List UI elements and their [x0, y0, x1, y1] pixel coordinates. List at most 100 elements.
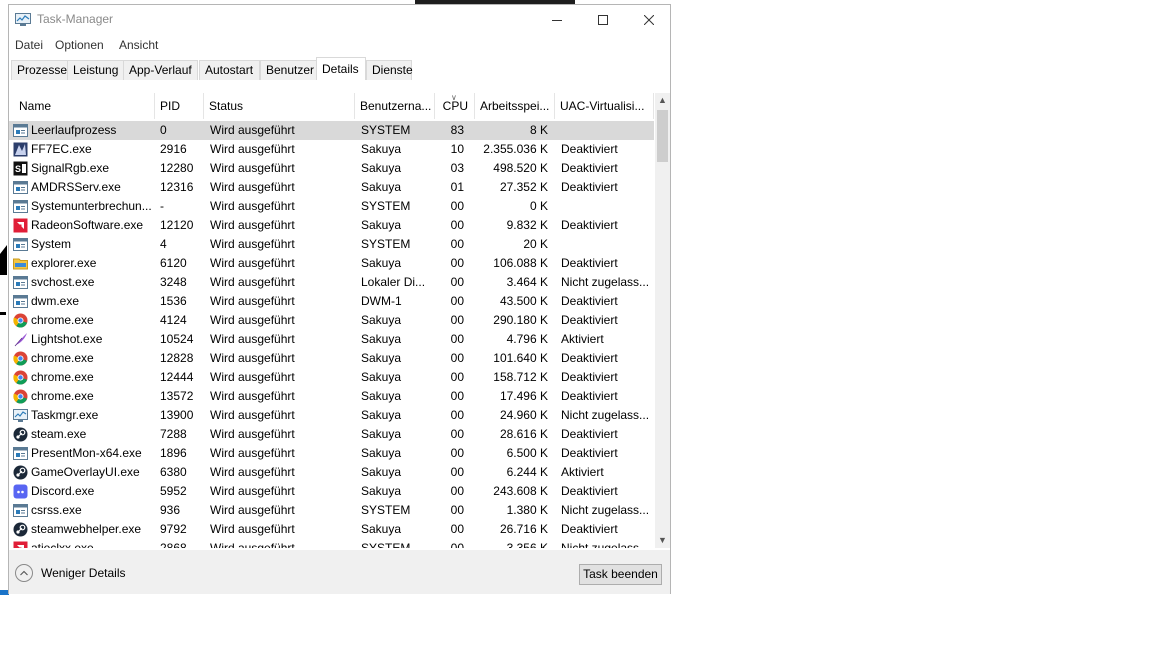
folder-icon — [13, 258, 28, 270]
cell-cpu: 00 — [450, 256, 464, 270]
cell-name: svchost.exe — [31, 275, 95, 289]
end-task-button[interactable]: Task beenden — [579, 564, 662, 585]
cell-memory: 20 K — [523, 237, 548, 251]
menu-optionen[interactable]: Optionen — [55, 38, 104, 52]
tab-autostart[interactable]: Autostart — [199, 60, 260, 80]
tab-prozesse[interactable]: Prozesse — [11, 60, 68, 80]
tab-details[interactable]: Details — [316, 57, 366, 81]
table-row[interactable]: csrss.exe 936 Wird ausgeführt SYSTEM 00 1.380… — [9, 501, 654, 520]
tab-app-verlauf[interactable]: App-Verlauf — [123, 60, 198, 80]
cell-pid: 2916 — [160, 142, 187, 156]
table-row[interactable]: svchost.exe 3248 Wird ausgeführt Lokaler Di… — [9, 273, 654, 292]
table-row[interactable]: chrome.exe 12444 Wird ausgeführt Sakuya 00 15… — [9, 368, 654, 387]
tab-dienste[interactable]: Dienste — [366, 60, 413, 80]
table-row[interactable]: chrome.exe 13572 Wird ausgeführt Sakuya 00 17… — [9, 387, 654, 406]
column-header-uac[interactable]: UAC-Virtualisi... — [554, 93, 654, 119]
table-row[interactable]: Systemunterbrechun... - Wird ausgeführt SYS… — [9, 197, 654, 216]
close-icon — [644, 14, 654, 25]
cell-pid: 0 — [160, 123, 167, 137]
cell-status: Wird ausgeführt — [210, 123, 295, 137]
table-row[interactable]: System 4 Wird ausgeführt SYSTEM 00 20 K — [9, 235, 654, 254]
cell-uac: Deaktiviert — [561, 427, 618, 441]
scrollbar-thumb[interactable] — [657, 110, 668, 162]
cell-uac: Deaktiviert — [561, 142, 618, 156]
tab-leistung[interactable]: Leistung — [67, 60, 124, 80]
cell-name: csrss.exe — [31, 503, 82, 517]
menu-datei[interactable]: Datei — [15, 38, 43, 52]
chrome-icon — [13, 313, 28, 328]
cell-status: Wird ausgeführt — [210, 275, 295, 289]
cell-cpu: 00 — [450, 218, 464, 232]
table-row[interactable]: dwm.exe 1536 Wird ausgeführt DWM-1 00 43.500 … — [9, 292, 654, 311]
default-process-icon — [13, 124, 28, 137]
table-row[interactable]: steam.exe 7288 Wird ausgeführt Sakuya 00 28.6… — [9, 425, 654, 444]
cell-uac — [561, 121, 653, 140]
menu-ansicht[interactable]: Ansicht — [119, 38, 158, 52]
cell-user: Sakuya — [361, 256, 402, 270]
chevron-up-icon — [20, 570, 28, 576]
table-row[interactable]: atieclxx.exe 2868 Wird ausgeführt SYSTEM 00 3… — [9, 539, 654, 548]
feather-icon — [14, 333, 27, 347]
cell-name: PresentMon-x64.exe — [31, 446, 142, 460]
vertical-scrollbar[interactable]: ▲ ▼ — [655, 93, 670, 548]
column-header-memory[interactable]: Arbeitsspei... — [474, 93, 555, 119]
cell-name: chrome.exe — [31, 389, 94, 403]
cell-user: Sakuya — [361, 180, 402, 194]
cell-pid: - — [160, 199, 164, 213]
table-row[interactable]: Lightshot.exe 10524 Wird ausgeführt Sakuya 0… — [9, 330, 654, 349]
table-row[interactable]: Discord.exe 5952 Wird ausgeführt Sakuya 00 24… — [9, 482, 654, 501]
column-header-name[interactable]: Name — [13, 93, 155, 119]
cell-memory: 17.496 K — [499, 389, 548, 403]
tab-benutzer[interactable]: Benutzer — [260, 60, 317, 80]
table-row[interactable]: chrome.exe 4124 Wird ausgeführt Sakuya 00 290… — [9, 311, 654, 330]
cell-cpu: 00 — [450, 294, 464, 308]
table-row[interactable]: S SignalRgb.exe 12280 Wird ausgeführt Sakuya… — [9, 159, 654, 178]
cell-memory: 243.608 K — [493, 484, 548, 498]
scroll-up-icon[interactable]: ▲ — [655, 93, 670, 108]
fewer-details-button[interactable] — [15, 564, 33, 582]
cell-status: Wird ausgeführt — [210, 541, 295, 548]
cell-status: Wird ausgeführt — [210, 427, 295, 441]
close-button[interactable] — [626, 5, 672, 34]
cell-user: SYSTEM — [361, 123, 411, 137]
cell-uac: Nicht zugelass... — [561, 541, 650, 548]
column-header-user[interactable]: Benutzerna... — [354, 93, 435, 119]
cell-memory: 158.712 K — [493, 370, 548, 384]
cell-user: Sakuya — [361, 484, 402, 498]
cell-user: Sakuya — [361, 218, 402, 232]
table-row[interactable]: chrome.exe 12828 Wird ausgeführt Sakuya 00 10… — [9, 349, 654, 368]
table-row[interactable]: Leerlaufprozess 0 Wird ausgeführt SYSTEM 83 8… — [9, 121, 654, 140]
fewer-details-link[interactable]: Weniger Details — [41, 566, 125, 580]
process-list[interactable]: Name PID Status Benutzerna... CPU Arbeit… — [9, 93, 654, 548]
column-header-status[interactable]: Status — [203, 93, 355, 119]
table-row[interactable]: PresentMon-x64.exe 1896 Wird ausgeführt Sak… — [9, 444, 654, 463]
cell-pid: 10524 — [160, 332, 194, 346]
cell-memory: 9.832 K — [506, 218, 548, 232]
maximize-button[interactable] — [580, 5, 626, 34]
table-row[interactable]: GameOverlayUI.exe 6380 Wird ausgeführt Saku… — [9, 463, 654, 482]
cell-pid: 1536 — [160, 294, 187, 308]
table-row[interactable]: RadeonSoftware.exe 12120 Wird ausgeführt Sa… — [9, 216, 654, 235]
cell-memory: 8 K — [529, 123, 548, 137]
table-row[interactable]: FF7EC.exe 2916 Wird ausgeführt Sakuya 10 2.35… — [9, 140, 654, 159]
cell-cpu: 00 — [450, 503, 464, 517]
minimize-button[interactable] — [534, 5, 580, 34]
table-row[interactable]: Taskmgr.exe 13900 Wird ausgeführt Sakuya 00 2… — [9, 406, 654, 425]
column-header-pid[interactable]: PID — [154, 93, 204, 119]
table-row[interactable]: explorer.exe 6120 Wird ausgeführt Sakuya 00 1… — [9, 254, 654, 273]
cell-uac: Nicht zugelass... — [561, 503, 650, 517]
cell-pid: 4124 — [160, 313, 187, 327]
cell-cpu: 00 — [450, 275, 464, 289]
scroll-down-icon[interactable]: ▼ — [655, 533, 670, 548]
cell-memory: 3.464 K — [506, 275, 548, 289]
table-row[interactable]: AMDRSServ.exe 12316 Wird ausgeführt Sakuya 0… — [9, 178, 654, 197]
cell-user: SYSTEM — [361, 237, 411, 251]
chrome-icon — [13, 389, 28, 404]
cell-user: Sakuya — [361, 332, 402, 346]
cell-user: Sakuya — [361, 389, 402, 403]
cell-memory: 290.180 K — [493, 313, 548, 327]
cell-uac: Deaktiviert — [561, 161, 618, 175]
table-row[interactable]: steamwebhelper.exe 9792 Wird ausgeführt Sak… — [9, 520, 654, 539]
title-bar[interactable]: Task-Manager — [9, 5, 670, 34]
cell-status: Wird ausgeführt — [210, 465, 295, 479]
